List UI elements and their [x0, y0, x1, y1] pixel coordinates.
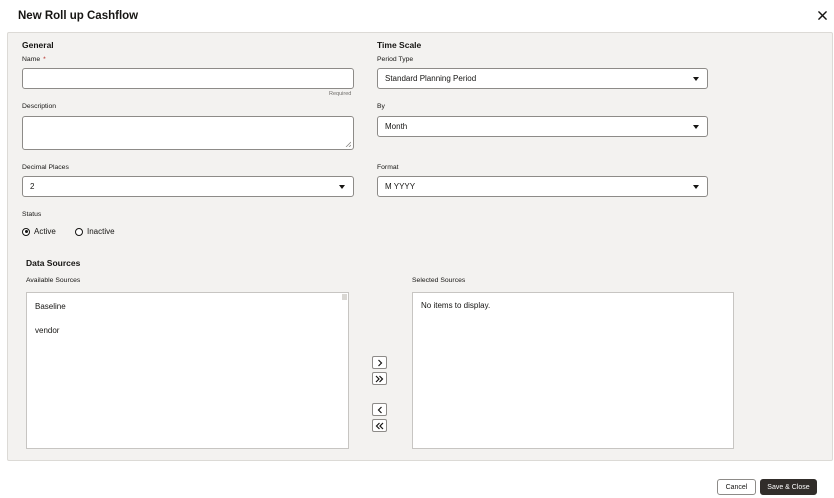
period-type-label: Period Type [377, 56, 414, 63]
move-left-button[interactable] [372, 403, 387, 416]
chevron-down-icon [693, 76, 699, 81]
chevron-down-icon [693, 124, 699, 129]
chevron-down-icon [693, 184, 699, 189]
save-close-button[interactable]: Save & Close [760, 479, 817, 495]
cancel-button[interactable]: Cancel [717, 479, 756, 495]
status-radio-inactive[interactable]: Inactive [75, 227, 115, 236]
format-label: Format [377, 164, 399, 171]
double-chevron-right-icon [375, 375, 384, 382]
general-heading: General [22, 40, 54, 50]
move-all-left-button[interactable] [372, 419, 387, 432]
name-label-text: Name [22, 56, 41, 63]
data-sources-heading: Data Sources [26, 258, 81, 268]
move-right-button[interactable] [372, 356, 387, 369]
resize-grip-icon[interactable] [345, 141, 351, 147]
status-label: Status [22, 211, 42, 218]
by-label: By [377, 103, 385, 110]
chevron-left-icon [377, 406, 382, 413]
move-all-right-button[interactable] [372, 372, 387, 385]
decimal-places-label: Decimal Places [22, 164, 69, 171]
list-item[interactable]: vendor [35, 326, 59, 335]
close-icon [817, 10, 827, 20]
decimal-places-select[interactable]: 2 [22, 176, 354, 197]
empty-list-message: No items to display. [421, 301, 491, 310]
time-scale-heading: Time Scale [377, 40, 422, 50]
chevron-right-icon [377, 359, 382, 366]
period-type-value: Standard Planning Period [385, 74, 477, 83]
status-inactive-label: Inactive [87, 227, 115, 236]
status-radio-active[interactable]: Active [22, 227, 56, 236]
name-label: Name * [22, 56, 46, 63]
dialog-title: New Roll up Cashflow [18, 10, 139, 22]
status-active-label: Active [34, 227, 56, 236]
radio-selected-icon[interactable] [22, 227, 30, 236]
required-mark: * [43, 56, 46, 63]
selected-sources-label: Selected Sources [412, 277, 466, 284]
decimal-places-value: 2 [30, 182, 35, 191]
list-item[interactable]: Baseline [35, 302, 66, 311]
by-select[interactable]: Month [377, 116, 708, 137]
available-sources-label: Available Sources [26, 277, 81, 284]
close-button[interactable] [812, 6, 832, 24]
name-required-hint: Required [329, 91, 352, 97]
scrollbar-thumb[interactable] [342, 294, 347, 300]
period-type-select[interactable]: Standard Planning Period [377, 68, 708, 89]
available-sources-list[interactable]: Baseline vendor [26, 292, 349, 449]
double-chevron-left-icon [375, 422, 384, 429]
chevron-down-icon [339, 184, 345, 189]
radio-unselected-icon[interactable] [75, 227, 83, 236]
format-select[interactable]: M YYYY [377, 176, 708, 197]
name-input[interactable] [22, 68, 354, 89]
description-label: Description [22, 103, 56, 110]
selected-sources-list[interactable]: No items to display. [412, 292, 734, 449]
by-value: Month [385, 122, 408, 131]
format-value: M YYYY [385, 182, 416, 191]
description-textarea[interactable] [22, 116, 354, 150]
